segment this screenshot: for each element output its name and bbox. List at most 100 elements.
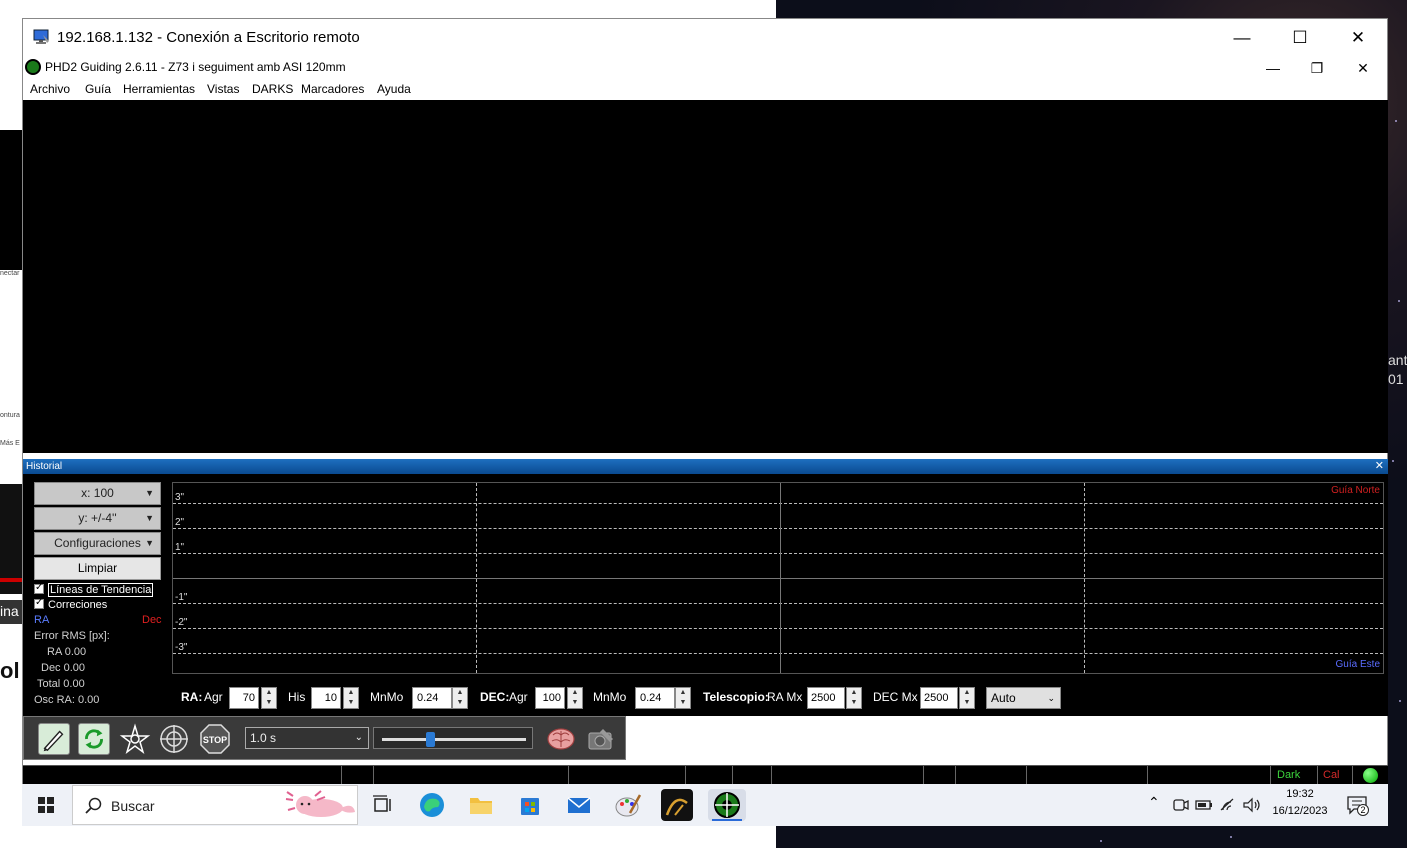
gamma-slider[interactable] — [373, 727, 533, 749]
dec-mnmo-input[interactable]: 0.24 — [635, 687, 675, 709]
slider-thumb[interactable] — [425, 732, 435, 747]
windows-start-icon[interactable] — [38, 797, 54, 813]
menu-herramientas[interactable]: Herramientas — [123, 82, 195, 96]
guide-east-label: Guía Este — [1335, 659, 1380, 670]
status-divider — [568, 766, 569, 785]
dec-agr-input[interactable]: 100 — [535, 687, 565, 709]
maximize-icon[interactable]: ☐ — [1289, 27, 1311, 49]
guide-algorithm-select[interactable]: Auto ⌄ — [986, 687, 1061, 709]
menu-vistas[interactable]: Vistas — [207, 82, 239, 96]
status-divider — [1270, 766, 1271, 785]
ra-mx-input[interactable]: 2500 — [807, 687, 845, 709]
status-divider — [373, 766, 374, 785]
dropdown-arrow-icon: ▼ — [145, 513, 154, 523]
microsoft-store-icon[interactable] — [514, 789, 546, 821]
clock-date[interactable]: 16/12/2023 — [1270, 805, 1330, 817]
paint-icon[interactable] — [612, 789, 644, 821]
notification-count: 2 — [1360, 805, 1366, 815]
spin-arrows-icon[interactable]: ▲ ▼ — [846, 687, 862, 709]
meet-now-icon[interactable] — [1172, 796, 1190, 814]
dec-mx-input[interactable]: 2500 — [920, 687, 958, 709]
exposure-select[interactable]: 1.0 s ⌄ — [245, 727, 369, 749]
background-right-text: ant — [1388, 352, 1407, 368]
status-divider — [732, 766, 733, 785]
remote-desktop-icon — [33, 29, 49, 44]
grid-line — [173, 503, 1383, 504]
close-icon[interactable]: ✕ — [1353, 58, 1373, 78]
battery-icon[interactable] — [1194, 796, 1214, 814]
history-close-icon[interactable]: ✕ — [1375, 459, 1384, 474]
telescope-label: Telescopio: — [703, 690, 769, 704]
menu-marcadores[interactable]: Marcadores — [301, 82, 364, 96]
menu-darks[interactable]: DARKS — [252, 82, 293, 96]
clock-time[interactable]: 19:32 — [1270, 788, 1330, 800]
volume-icon[interactable] — [1242, 796, 1262, 814]
phd2-title-bar[interactable]: PHD2 Guiding 2.6.11 - Z73 i seguiment am… — [23, 57, 1387, 79]
rdp-title-bar[interactable]: 192.168.1.132 - Conexión a Escritorio re… — [23, 19, 1387, 57]
windows-taskbar: Buscar ⌃ 19:32 16/12/2023 2 — [22, 784, 1388, 826]
camera-view[interactable] — [23, 100, 1388, 453]
status-divider — [1352, 766, 1353, 785]
y-tick-label: 1" — [175, 542, 185, 553]
taskbar-search-box[interactable]: Buscar — [72, 785, 358, 825]
ra-agr-input[interactable]: 70 — [229, 687, 259, 709]
camera-settings-icon[interactable] — [585, 723, 617, 755]
y-scale-label: y: +/-4'' — [78, 511, 117, 525]
history-panel: x: 100 ▼ y: +/-4'' ▼ Configuraciones ▼ L… — [23, 474, 1388, 716]
auto-select-star-icon[interactable] — [119, 723, 151, 755]
ra-his-input[interactable]: 10 — [311, 687, 341, 709]
dropdown-arrow-icon: ▼ — [145, 538, 154, 548]
exposure-value: 1.0 s — [250, 731, 277, 745]
guide-crosshair-icon[interactable] — [158, 723, 190, 755]
wifi-icon[interactable] — [1219, 796, 1237, 814]
restore-icon[interactable]: ❐ — [1307, 58, 1327, 78]
chevron-down-icon: ⌄ — [1047, 693, 1055, 703]
checkbox-checked-icon — [34, 582, 44, 594]
stop-icon[interactable]: STOP — [199, 723, 231, 755]
x-scale-dropdown[interactable]: x: 100 ▼ — [34, 482, 161, 505]
status-divider — [1147, 766, 1148, 785]
trend-lines-checkbox[interactable]: Líneas de Tendencia — [34, 582, 154, 597]
search-icon — [85, 797, 102, 814]
menu-archivo[interactable]: Archivo — [30, 82, 70, 96]
guide-params-row: RA: Agr 70 ▲ ▼ His 10 ▲ ▼ MnMo 0.24 ▲ ▼ DEC… — [23, 686, 1388, 710]
spin-arrows-icon[interactable]: ▲ ▼ — [343, 687, 359, 709]
astro-app-icon[interactable] — [661, 789, 693, 821]
minimize-icon[interactable]: — — [1263, 58, 1283, 78]
settings-dropdown[interactable]: Configuraciones ▼ — [34, 532, 161, 555]
dec-params-label: DEC: — [480, 690, 510, 704]
corrections-checkbox[interactable]: Correciones — [34, 597, 107, 611]
close-icon[interactable]: ✕ — [1347, 27, 1369, 49]
brain-icon[interactable] — [545, 723, 577, 755]
ra-agr-label: Agr — [204, 690, 223, 704]
chevron-up-icon[interactable]: ⌃ — [1148, 794, 1160, 811]
ra-his-label: His — [288, 690, 306, 704]
phd2-taskbar-icon[interactable] — [708, 789, 746, 821]
spin-arrows-icon[interactable]: ▲ ▼ — [675, 687, 691, 709]
loop-exposure-icon[interactable] — [78, 723, 110, 755]
spin-arrows-icon[interactable]: ▲ ▼ — [261, 687, 277, 709]
menu-guia[interactable]: Guía — [85, 82, 111, 96]
menu-ayuda[interactable]: Ayuda — [377, 82, 411, 96]
axolotl-search-highlight-icon — [285, 790, 355, 817]
dec-mnmo-label: MnMo — [593, 690, 627, 704]
task-view-icon[interactable] — [367, 789, 399, 821]
spin-arrows-icon[interactable]: ▲ ▼ — [452, 687, 468, 709]
zero-line — [173, 578, 1383, 579]
trend-lines-label: Líneas de Tendencia — [48, 583, 154, 597]
minimize-icon[interactable]: — — [1231, 27, 1253, 49]
connect-gear-icon[interactable] — [38, 723, 70, 755]
background-text: nectar — [0, 270, 20, 277]
dec-legend: Dec — [142, 614, 162, 626]
history-graph[interactable]: 3" 2" 1" -1" -2" -3" Guía Norte Guía Est… — [172, 482, 1384, 674]
spin-arrows-icon[interactable]: ▲ ▼ — [567, 687, 583, 709]
edge-browser-icon[interactable] — [416, 789, 448, 821]
cal-status: Cal — [1323, 769, 1340, 781]
y-scale-dropdown[interactable]: y: +/-4'' ▼ — [34, 507, 161, 530]
mail-icon[interactable] — [563, 789, 595, 821]
clear-button[interactable]: Limpiar — [34, 557, 161, 580]
spin-arrows-icon[interactable]: ▲ ▼ — [959, 687, 975, 709]
ra-mnmo-input[interactable]: 0.24 — [412, 687, 452, 709]
status-bar: Dark Cal — [23, 765, 1388, 785]
file-explorer-icon[interactable] — [465, 789, 497, 821]
